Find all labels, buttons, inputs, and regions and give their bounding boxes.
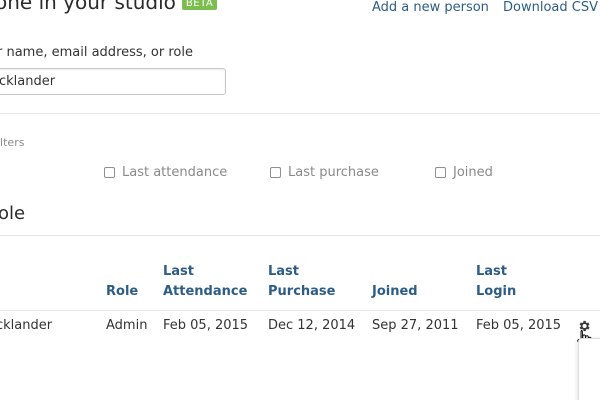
cell-name[interactable]: cklander [0, 318, 52, 333]
column-header-label: Last [268, 264, 300, 279]
column-header-label: Attendance [163, 284, 248, 299]
checkbox-icon[interactable] [270, 167, 281, 178]
cell-last-purchase: Dec 12, 2014 [268, 318, 356, 333]
filters-label: ilters [0, 136, 25, 149]
page-title: one in your studio BETA [0, 0, 218, 14]
filter-label: Last attendance [122, 165, 228, 180]
filter-joined[interactable]: Joined [435, 165, 493, 180]
column-header-last-attendance[interactable]: Last Attendance [163, 262, 247, 302]
column-header-label: Joined [372, 284, 418, 299]
column-header-label: Role [106, 284, 139, 299]
add-person-link[interactable]: Add a new person [372, 0, 489, 15]
download-csv-link[interactable]: Download CSV [503, 0, 598, 15]
cell-last-login: Feb 05, 2015 [476, 318, 562, 333]
filter-last-attendance[interactable]: Last attendance [104, 165, 227, 180]
divider [0, 113, 600, 114]
column-header-label: Login [476, 284, 517, 299]
cell-joined: Sep 27, 2011 [372, 318, 459, 333]
column-header-role[interactable]: Role [106, 282, 138, 302]
filter-label: Joined [453, 165, 493, 180]
column-header-last-login[interactable]: Last Login [476, 262, 516, 302]
divider [0, 310, 600, 311]
search-input[interactable] [0, 68, 226, 95]
checkbox-icon[interactable] [435, 167, 446, 178]
column-header-label: Purchase [268, 284, 336, 299]
settings-popover [578, 338, 600, 400]
column-header-joined[interactable]: Joined [372, 282, 418, 302]
search-label: r name, email address, or role [0, 45, 193, 60]
page-title-text: one in your studio [0, 0, 176, 14]
filter-last-purchase[interactable]: Last purchase [270, 165, 379, 180]
cell-last-attendance: Feb 05, 2015 [163, 318, 249, 333]
filter-label: Last purchase [288, 165, 379, 180]
column-header-last-purchase[interactable]: Last Purchase [268, 262, 335, 302]
studio-people-page: one in your studio BETA Add a new person … [0, 0, 600, 400]
section-title: ole [0, 203, 26, 224]
cell-role: Admin [106, 318, 148, 333]
divider [0, 235, 600, 236]
column-header-label: Last [476, 264, 508, 279]
checkbox-icon[interactable] [104, 167, 115, 178]
beta-badge: BETA [181, 0, 218, 10]
column-header-label: Last [163, 264, 195, 279]
header-links: Add a new person Download CSV [363, 0, 598, 15]
